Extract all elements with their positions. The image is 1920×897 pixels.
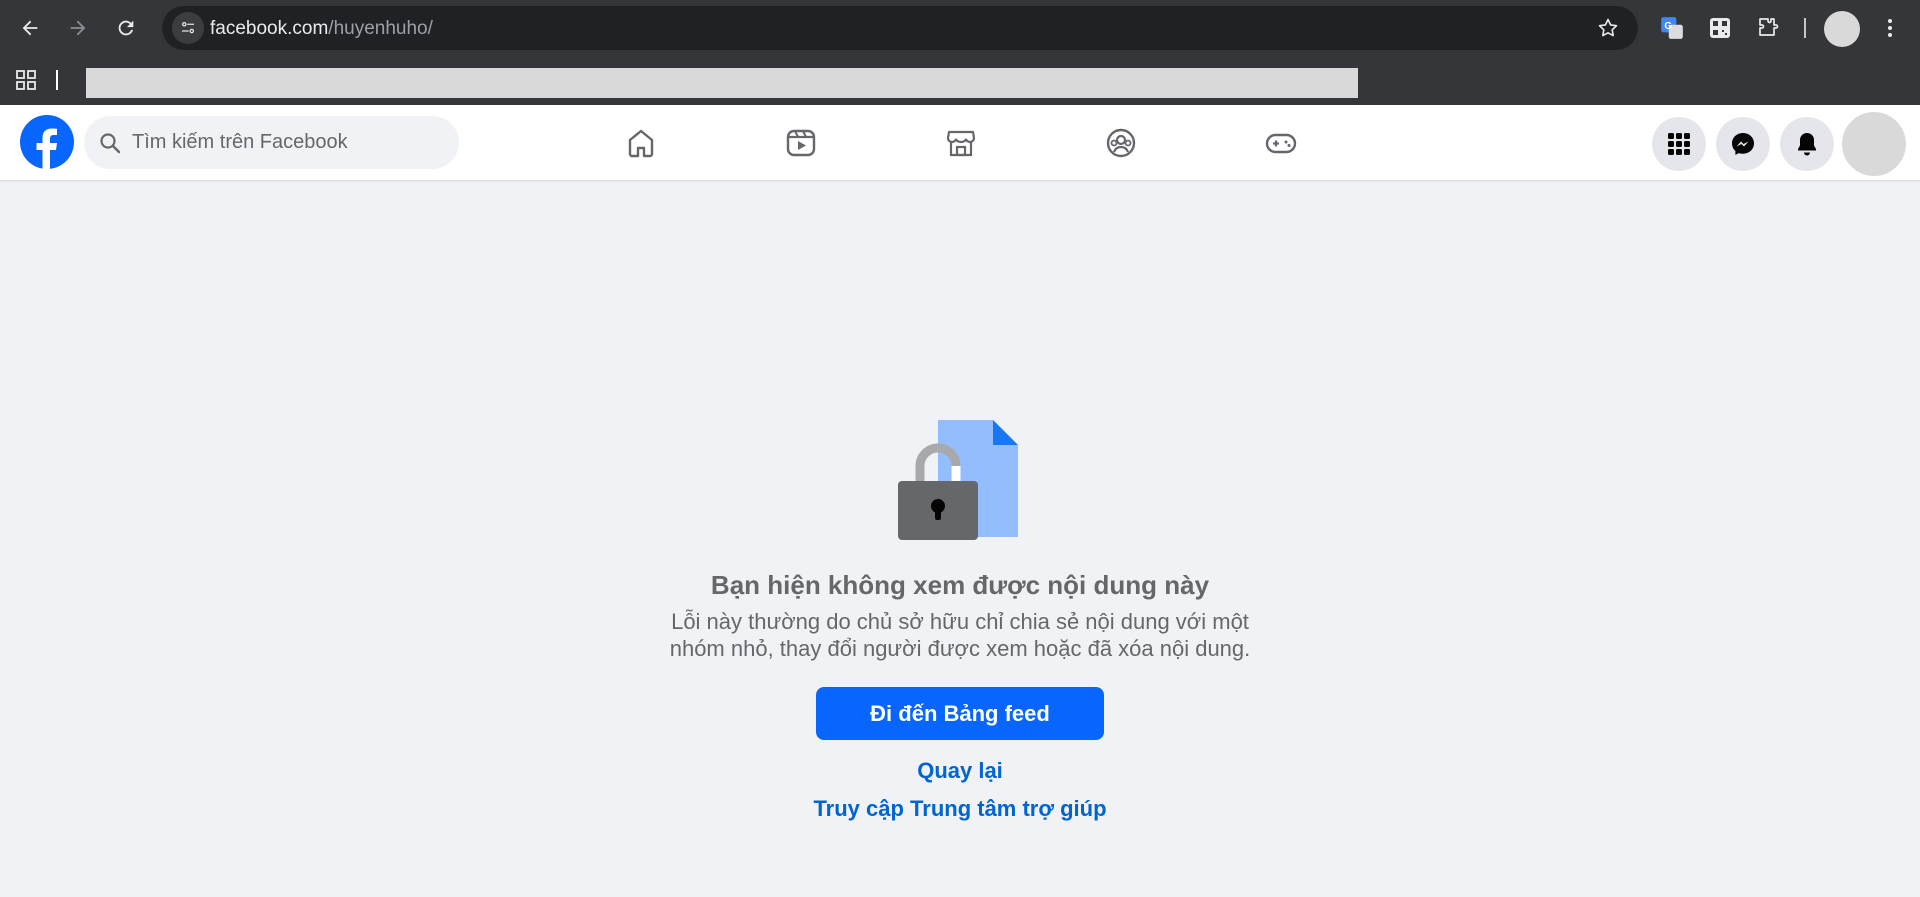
site-info-icon[interactable] bbox=[172, 12, 204, 44]
help-center-link[interactable]: Truy cập Trung tâm trợ giúp bbox=[660, 796, 1260, 822]
tab-home[interactable] bbox=[566, 105, 716, 180]
tab-gaming[interactable] bbox=[1206, 105, 1356, 180]
browser-chrome: facebook.com/huyenhuho/ G bbox=[0, 0, 1920, 105]
search-icon bbox=[100, 133, 121, 154]
groups-icon bbox=[1106, 128, 1136, 157]
bookmarks-bar bbox=[0, 56, 1920, 105]
tab-groups[interactable] bbox=[1046, 105, 1196, 180]
menu-grid-icon bbox=[1668, 133, 1690, 155]
browser-toolbar: facebook.com/huyenhuho/ G bbox=[0, 0, 1920, 56]
tab-video[interactable] bbox=[726, 105, 876, 180]
notifications-button[interactable] bbox=[1780, 117, 1834, 171]
marketplace-icon bbox=[946, 130, 976, 156]
gaming-icon bbox=[1265, 133, 1297, 153]
menu-button[interactable] bbox=[1652, 117, 1706, 171]
browser-menu-icon[interactable] bbox=[1876, 14, 1904, 42]
content-unavailable-panel: Bạn hiện không xem được nội dung này Lỗi… bbox=[0, 180, 1920, 897]
go-back-link[interactable]: Quay lại bbox=[660, 758, 1260, 784]
url-path: /huyenhuho/ bbox=[328, 18, 433, 39]
account-avatar[interactable] bbox=[1842, 112, 1906, 176]
address-bar[interactable]: facebook.com/huyenhuho/ bbox=[162, 6, 1638, 50]
search-input[interactable] bbox=[132, 128, 442, 156]
facebook-logo-icon[interactable] bbox=[20, 115, 74, 169]
tab-marketplace[interactable] bbox=[886, 105, 1036, 180]
page-title: Bạn hiện không xem được nội dung này bbox=[710, 570, 1210, 600]
forward-button[interactable] bbox=[62, 12, 94, 44]
search-box[interactable] bbox=[84, 116, 459, 169]
notifications-bell-icon bbox=[1798, 133, 1816, 156]
reload-icon bbox=[118, 20, 134, 36]
error-description: Lỗi này thường do chủ sở hữu chỉ chia sẻ… bbox=[610, 608, 1310, 662]
url-text[interactable]: facebook.com/huyenhuho/ bbox=[210, 18, 433, 40]
bookmarks-divider bbox=[56, 70, 58, 90]
arrow-right-icon bbox=[70, 20, 86, 36]
back-button[interactable] bbox=[14, 12, 46, 44]
locked-content-icon bbox=[898, 420, 1018, 540]
redacted-bookmarks bbox=[86, 68, 1358, 98]
apps-grid-icon[interactable] bbox=[14, 68, 38, 92]
svg-text:G: G bbox=[1664, 21, 1672, 32]
messenger-icon bbox=[1732, 133, 1754, 155]
toolbar-divider bbox=[1804, 18, 1806, 38]
go-to-feed-button[interactable]: Đi đến Bảng feed bbox=[816, 687, 1104, 740]
bookmark-star-icon[interactable] bbox=[1596, 16, 1620, 40]
description-line: nhóm nhỏ, thay đổi người được xem hoặc đ… bbox=[669, 636, 1251, 661]
arrow-left-icon bbox=[22, 20, 38, 36]
translate-extension-icon[interactable]: G bbox=[1658, 14, 1686, 42]
extensions-puzzle-icon[interactable] bbox=[1754, 14, 1782, 42]
video-icon bbox=[786, 129, 816, 156]
facebook-header bbox=[0, 105, 1920, 180]
reload-button[interactable] bbox=[110, 12, 142, 44]
home-icon bbox=[628, 129, 654, 157]
messenger-button[interactable] bbox=[1716, 117, 1770, 171]
qr-code-icon[interactable] bbox=[1706, 14, 1734, 42]
description-line: Lỗi này thường do chủ sở hữu chỉ chia sẻ… bbox=[671, 609, 1249, 634]
browser-profile-avatar[interactable] bbox=[1824, 11, 1860, 47]
url-host: facebook.com bbox=[210, 18, 329, 39]
